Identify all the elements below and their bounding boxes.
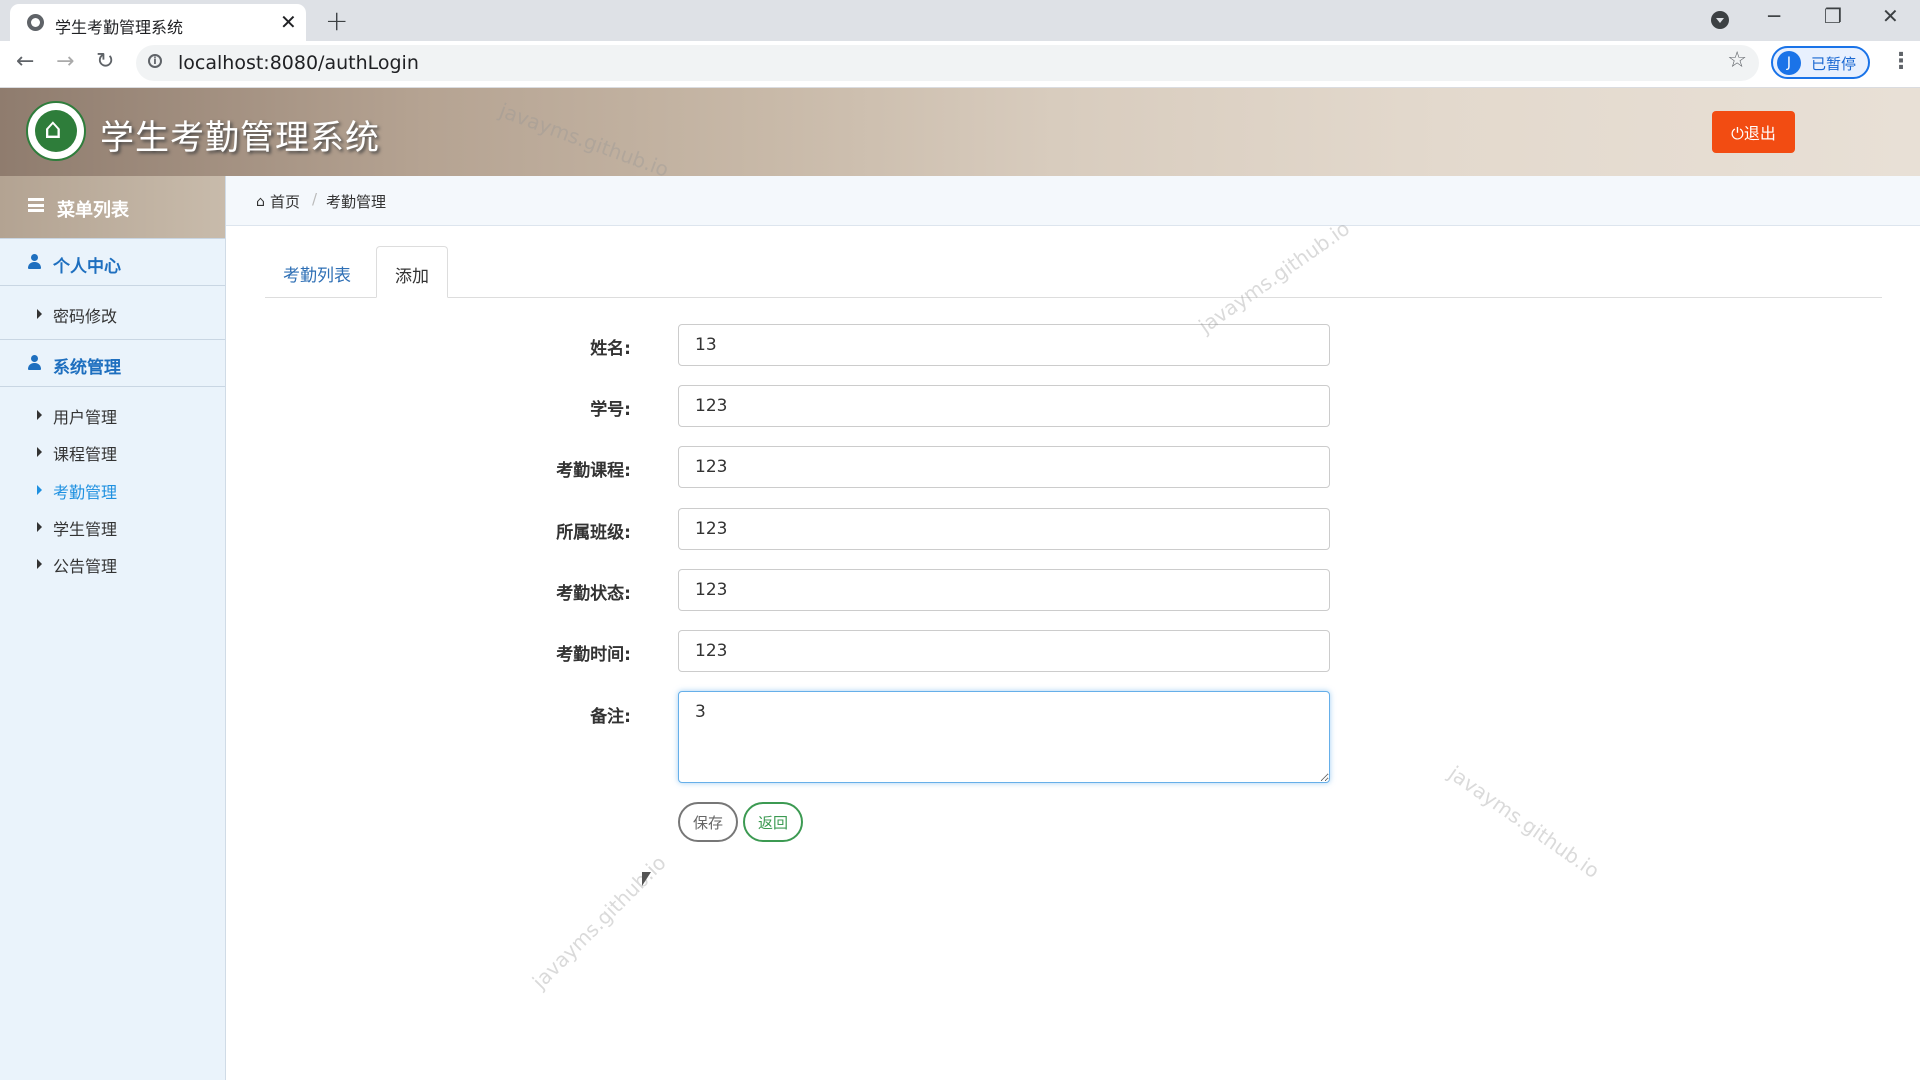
sidebar-item-label: 公告管理 xyxy=(53,557,118,576)
sidebar-item-label: 考勤管理 xyxy=(53,483,118,502)
back-arrow-icon[interactable]: ← xyxy=(16,49,34,74)
sidebar-group-personal[interactable]: 个人中心 xyxy=(0,238,225,286)
app-header: 学生考勤管理系统 ⏻退出 xyxy=(0,88,1920,176)
breadcrumb-home[interactable]: 首页 xyxy=(270,191,300,212)
sidebar-item-attendance[interactable]: 考勤管理 xyxy=(0,473,225,507)
tab-search-icon[interactable] xyxy=(1711,11,1729,29)
caret-right-icon xyxy=(37,309,42,319)
watermark: javayms.github.io xyxy=(1444,761,1605,883)
caret-right-icon xyxy=(37,485,42,495)
sidebar-item-label: 用户管理 xyxy=(53,408,118,427)
browser-tab-title: 学生考勤管理系统 xyxy=(55,18,184,37)
sidebar-item-notices[interactable]: 公告管理 xyxy=(0,547,225,581)
bookmark-star-icon[interactable]: ☆ xyxy=(1727,48,1747,73)
url-text[interactable]: localhost:8080/authLogin xyxy=(178,52,419,74)
content-tabs: 考勤列表 添加 xyxy=(265,246,1882,298)
sidebar-item-label: 学生管理 xyxy=(53,520,118,539)
time-field[interactable] xyxy=(678,630,1330,672)
list-icon xyxy=(28,198,44,212)
new-tab-button[interactable]: + xyxy=(325,4,348,37)
student-id-label: 学号: xyxy=(590,400,631,420)
course-field[interactable] xyxy=(678,446,1330,488)
sidebar-item-users[interactable]: 用户管理 xyxy=(0,398,225,432)
tab-attendance-list[interactable]: 考勤列表 xyxy=(265,246,369,297)
browser-tab[interactable]: 学生考勤管理系统 ✕ xyxy=(10,4,306,41)
name-label: 姓名: xyxy=(590,339,631,359)
profile-status-label: 已暂停 xyxy=(1811,55,1857,73)
globe-icon xyxy=(27,14,44,31)
sidebar-group-label: 系统管理 xyxy=(53,358,121,378)
status-label: 考勤状态: xyxy=(556,584,631,604)
profile-button[interactable]: J 已暂停 xyxy=(1771,46,1870,79)
menu-title: 菜单列表 xyxy=(57,200,129,221)
address-bar[interactable]: i localhost:8080/authLogin ☆ xyxy=(136,45,1759,81)
minimize-button[interactable]: ─ xyxy=(1768,4,1780,28)
mouse-cursor-icon xyxy=(642,872,651,886)
sidebar-item-label: 课程管理 xyxy=(53,445,118,464)
site-info-icon[interactable]: i xyxy=(148,54,162,68)
student-id-field[interactable] xyxy=(678,385,1330,427)
breadcrumb: ⌂ 首页 / 考勤管理 xyxy=(226,176,1920,226)
restore-button[interactable]: ❐ xyxy=(1824,4,1842,28)
sidebar-item-password[interactable]: 密码修改 xyxy=(0,297,225,331)
close-tab-icon[interactable]: ✕ xyxy=(280,10,297,34)
home-icon[interactable]: ⌂ xyxy=(256,194,265,210)
time-label: 考勤时间: xyxy=(556,645,631,665)
profile-avatar: J xyxy=(1777,51,1801,75)
sidebar: 菜单列表 个人中心 密码修改 系统管理 用户管理 课程管理 考勤管理 学生管理 … xyxy=(0,176,226,1080)
sidebar-group-system[interactable]: 系统管理 xyxy=(0,339,225,387)
university-logo xyxy=(26,101,86,161)
caret-right-icon xyxy=(37,447,42,457)
remark-label: 备注: xyxy=(590,707,631,727)
caret-right-icon xyxy=(37,522,42,532)
caret-right-icon xyxy=(37,410,42,420)
reload-icon[interactable]: ↻ xyxy=(96,49,114,74)
back-button[interactable]: 返回 xyxy=(743,802,803,842)
menu-header: 菜单列表 xyxy=(0,176,225,238)
user-icon xyxy=(28,355,41,370)
name-field[interactable] xyxy=(678,324,1330,366)
close-window-button[interactable]: ✕ xyxy=(1882,4,1899,28)
breadcrumb-separator: / xyxy=(312,190,318,208)
breadcrumb-current: 考勤管理 xyxy=(326,193,387,211)
app-title: 学生考勤管理系统 xyxy=(100,118,380,158)
tab-add[interactable]: 添加 xyxy=(376,246,448,298)
class-label: 所属班级: xyxy=(556,523,631,543)
browser-tab-strip: 学生考勤管理系统 ✕ + ─ ❐ ✕ xyxy=(0,0,1920,41)
status-field[interactable] xyxy=(678,569,1330,611)
remark-textarea[interactable]: 3 xyxy=(678,691,1330,783)
sidebar-item-courses[interactable]: 课程管理 xyxy=(0,435,225,469)
browser-toolbar: ← → ↻ i localhost:8080/authLogin ☆ J 已暂停… xyxy=(0,41,1920,88)
caret-right-icon xyxy=(37,559,42,569)
browser-menu-icon[interactable]: ⋮ xyxy=(1890,49,1912,74)
forward-arrow-icon[interactable]: → xyxy=(56,49,74,74)
course-label: 考勤课程: xyxy=(556,461,631,481)
sidebar-group-label: 个人中心 xyxy=(53,257,121,277)
sidebar-item-label: 密码修改 xyxy=(53,307,118,326)
logout-button[interactable]: ⏻退出 xyxy=(1712,111,1795,153)
class-field[interactable] xyxy=(678,508,1330,550)
sidebar-item-students[interactable]: 学生管理 xyxy=(0,510,225,544)
save-button[interactable]: 保存 xyxy=(678,802,738,842)
user-icon xyxy=(28,254,41,269)
